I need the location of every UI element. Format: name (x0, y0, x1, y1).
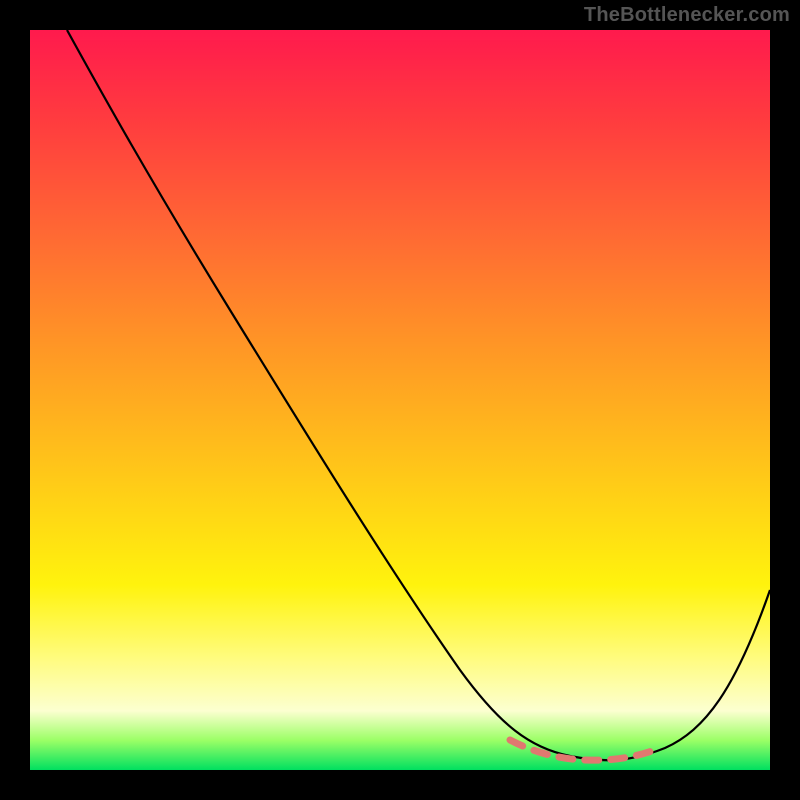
attribution-text: TheBottlenecker.com (584, 4, 790, 27)
plot-area (30, 30, 770, 770)
bottleneck-curve (67, 30, 770, 760)
curve-svg (30, 30, 770, 770)
chart-container: TheBottlenecker.com (0, 0, 800, 800)
